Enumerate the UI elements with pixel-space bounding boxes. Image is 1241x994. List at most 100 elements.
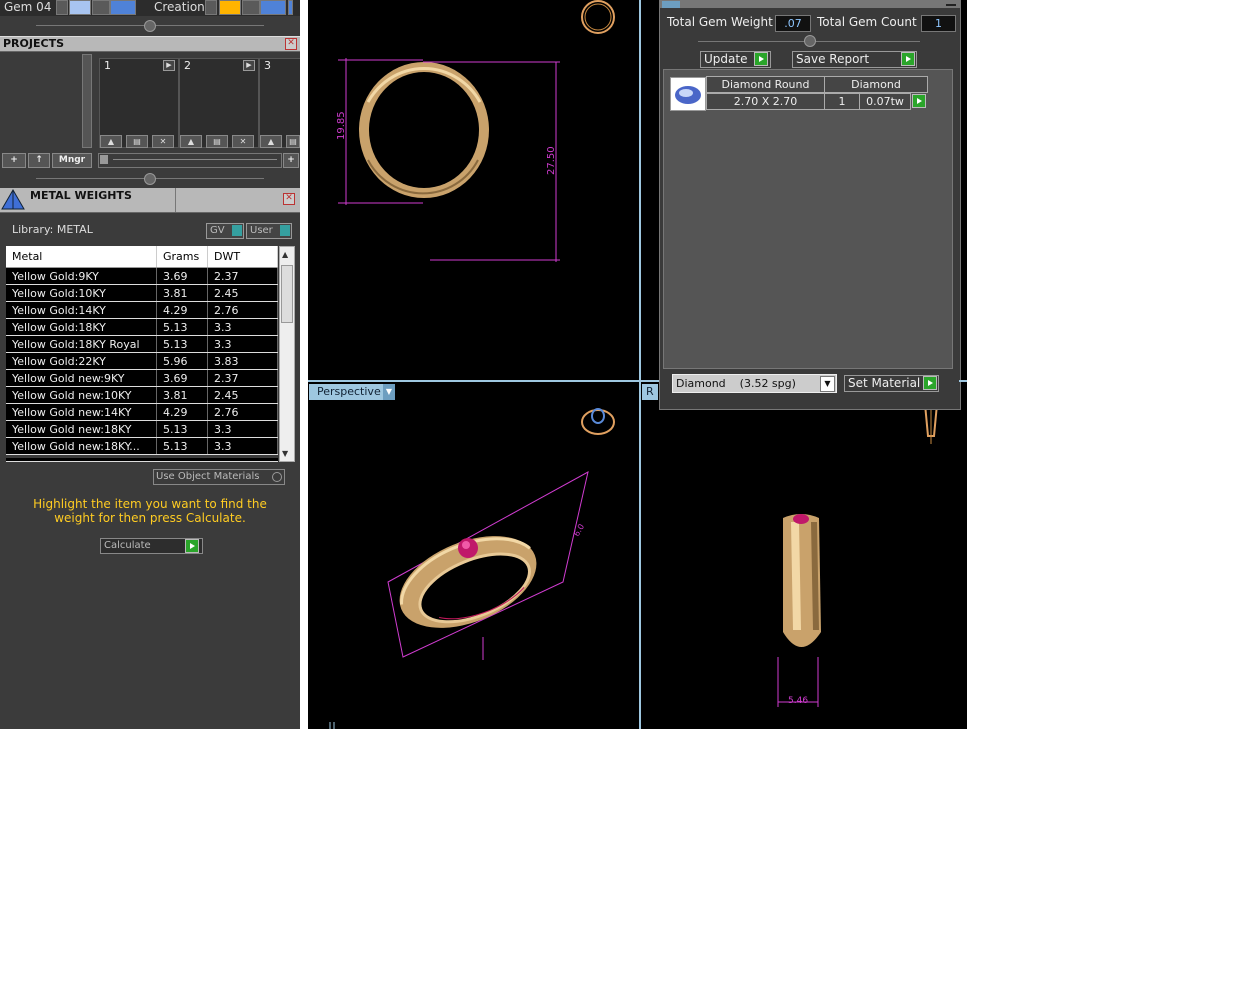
cell-metal: Yellow Gold:22KY xyxy=(6,352,157,370)
up-button[interactable]: ↑ xyxy=(28,153,50,168)
column-header-metal[interactable]: Metal xyxy=(6,246,157,268)
splitter-handle-icon[interactable] xyxy=(144,20,156,32)
creation-info-button[interactable] xyxy=(260,0,286,15)
front-viewport[interactable]: 19.85 27.50 xyxy=(308,0,639,380)
use-object-materials-toggle[interactable]: Use Object Materials xyxy=(153,469,285,485)
table-row[interactable]: Yellow Gold new:10KY 3.81 2.45 xyxy=(6,386,278,404)
dimension-width: 5.46 xyxy=(788,696,808,706)
table-row[interactable]: Yellow Gold new:14KY 4.29 2.76 xyxy=(6,403,278,421)
scroll-up-icon[interactable]: ▲ xyxy=(282,250,288,259)
metal-weights-header: METAL WEIGHTS ✕ xyxy=(0,188,300,213)
user-toggle-label: User xyxy=(250,225,273,236)
diamond-icon xyxy=(675,86,701,104)
orientation-ring-small-icon xyxy=(581,408,615,435)
table-row[interactable]: Yellow Gold new:18KY 5.13 3.3 xyxy=(6,420,278,438)
projects-header: PROJECTS ✕ xyxy=(0,36,300,52)
right-viewport[interactable]: 5.46 xyxy=(641,382,967,729)
set-material-go-icon[interactable] xyxy=(923,376,937,390)
column-header-grams[interactable]: Grams xyxy=(156,246,208,268)
cell-grams: 4.29 xyxy=(156,403,208,421)
project-slot-number: 3 xyxy=(264,59,271,72)
gem-arrow-button[interactable] xyxy=(56,0,68,15)
save-report-go-icon[interactable] xyxy=(901,52,915,66)
creation-color-button[interactable] xyxy=(219,0,241,15)
table-row[interactable]: Yellow Gold:14KY 4.29 2.76 xyxy=(6,301,278,319)
close-icon[interactable]: ✕ xyxy=(285,38,297,50)
projects-title: PROJECTS xyxy=(3,37,64,50)
project-slider[interactable] xyxy=(98,153,282,168)
save-report-button[interactable]: Save Report xyxy=(792,51,917,68)
perspective-viewport[interactable]: 6.0 xyxy=(308,382,639,729)
calculate-go-button[interactable] xyxy=(185,539,199,553)
project-slot-3[interactable]: 3 ▲ ▤ xyxy=(259,58,301,148)
manager-button[interactable]: Mngr xyxy=(52,153,92,168)
toggle-indicator xyxy=(232,225,242,236)
upload-icon[interactable]: ▲ xyxy=(260,135,282,148)
play-icon[interactable]: ▶ xyxy=(243,60,255,71)
gem-row-go-icon[interactable] xyxy=(912,94,926,108)
update-go-icon[interactable] xyxy=(754,52,768,66)
delete-icon[interactable]: ✕ xyxy=(152,135,174,148)
cell-metal: Yellow Gold:10KY xyxy=(6,284,157,302)
metal-weights-title: METAL WEIGHTS xyxy=(30,189,132,202)
gv-toggle[interactable]: GV xyxy=(206,223,244,239)
table-row[interactable]: Yellow Gold:22KY 5.96 3.83 xyxy=(6,352,278,370)
user-toggle[interactable]: User xyxy=(246,223,292,239)
slider-thumb[interactable] xyxy=(100,155,108,164)
table-scrollbar[interactable]: ▲ ▼ xyxy=(279,246,295,462)
add-slot-button[interactable]: + xyxy=(283,153,299,168)
save-icon[interactable]: ▤ xyxy=(126,135,148,148)
cell-dwt: 3.83 xyxy=(207,352,278,370)
delete-icon[interactable]: ✕ xyxy=(232,135,254,148)
close-icon[interactable]: ✕ xyxy=(283,193,295,205)
table-row[interactable]: Yellow Gold:10KY 3.81 2.45 xyxy=(6,284,278,302)
total-gem-count-label: Total Gem Count xyxy=(817,15,917,29)
save-icon[interactable]: ▤ xyxy=(286,135,300,148)
cell-metal: Yellow Gold:18KY xyxy=(6,318,157,336)
gem-color-button[interactable] xyxy=(69,0,91,15)
upload-icon[interactable]: ▲ xyxy=(180,135,202,148)
cell-dwt: 3.3 xyxy=(207,318,278,336)
menu-icon[interactable] xyxy=(662,1,680,8)
lock-icon[interactable] xyxy=(92,0,110,15)
gem-shape-cell: Diamond Round xyxy=(706,76,825,93)
minimize-icon[interactable] xyxy=(946,4,956,6)
cell-grams: 4.29 xyxy=(156,301,208,319)
upload-icon[interactable]: ▲ xyxy=(100,135,122,148)
scroll-thumb[interactable] xyxy=(281,265,293,323)
project-slot-2[interactable]: 2 ▶ ▲ ▤ ✕ xyxy=(179,58,259,148)
table-row[interactable]: Yellow Gold new:18KY... 5.13 3.3 xyxy=(6,437,278,455)
chevron-down-icon[interactable]: ▼ xyxy=(820,376,835,392)
cell-dwt: 3.3 xyxy=(207,335,278,353)
scroll-down-icon[interactable]: ▼ xyxy=(282,449,288,458)
cell-metal: Yellow Gold:18KY Royal xyxy=(6,335,157,353)
dimension-mark: 6.0 xyxy=(572,522,586,538)
toggle-indicator xyxy=(280,225,290,236)
total-gem-weight-field[interactable]: .07 xyxy=(775,15,811,32)
cell-grams: 3.81 xyxy=(156,284,208,302)
total-gem-count-field[interactable]: 1 xyxy=(921,15,956,32)
save-icon[interactable]: ▤ xyxy=(206,135,228,148)
add-project-button[interactable]: + xyxy=(2,153,26,168)
cell-metal: Yellow Gold:14KY xyxy=(6,301,157,319)
creation-arrow-button[interactable] xyxy=(205,0,217,15)
splitter-handle-icon[interactable] xyxy=(144,173,156,185)
cell-grams: 5.13 xyxy=(156,318,208,336)
cell-grams: 3.81 xyxy=(156,386,208,404)
cell-grams: 5.13 xyxy=(156,335,208,353)
column-header-dwt[interactable]: DWT xyxy=(207,246,278,268)
projects-scrollbar[interactable] xyxy=(82,54,92,148)
project-slot-1[interactable]: 1 ▶ ▲ ▤ ✕ xyxy=(99,58,179,148)
table-row[interactable]: Yellow Gold:18KY 5.13 3.3 xyxy=(6,318,278,336)
table-row[interactable]: Yellow Gold:18KY Royal 5.13 3.3 xyxy=(6,335,278,353)
gem-info-button[interactable] xyxy=(110,0,136,15)
play-icon[interactable]: ▶ xyxy=(163,60,175,71)
app-window: Gem 04 Creation PROJECTS ✕ 1 ▶ ▲ ▤ ✕ 2 ▶ xyxy=(0,0,967,729)
material-select[interactable]: Diamond (3.52 spg) ▼ xyxy=(672,374,837,393)
splitter-handle-icon[interactable] xyxy=(804,35,816,47)
creation-lock-icon[interactable] xyxy=(242,0,260,15)
table-row[interactable]: Yellow Gold:9KY 3.69 2.37 xyxy=(6,267,278,285)
table-row[interactable]: Yellow Gold new:9KY 3.69 2.37 xyxy=(6,369,278,387)
gem-thumbnail[interactable] xyxy=(670,77,706,111)
radio-icon[interactable] xyxy=(272,472,282,482)
